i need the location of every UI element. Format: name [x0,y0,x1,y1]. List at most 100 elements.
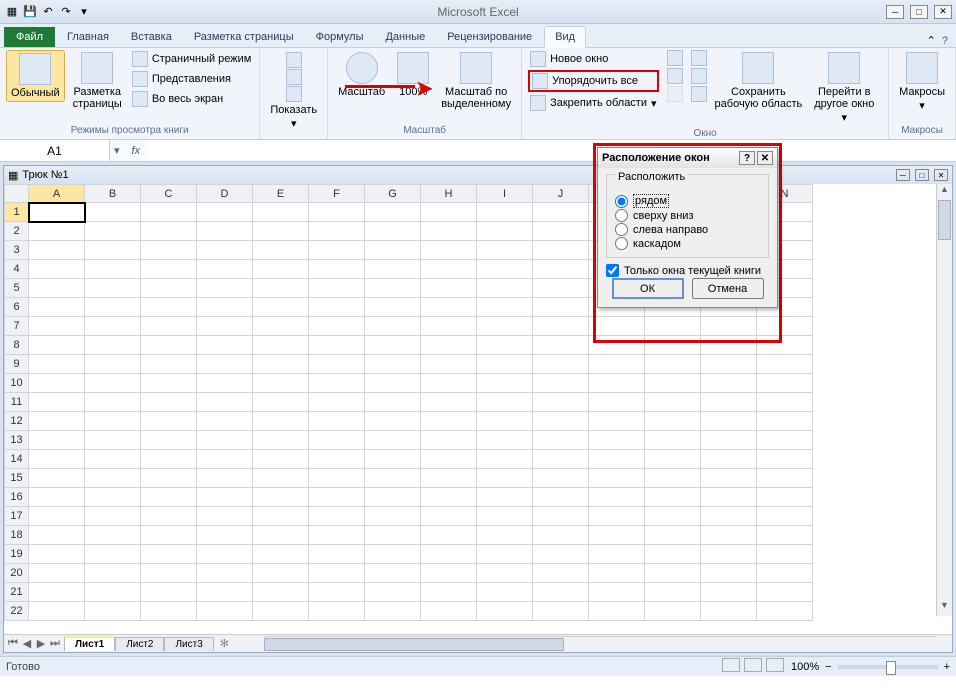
cell-G13[interactable] [365,431,421,450]
cell-H14[interactable] [421,450,477,469]
cell-G4[interactable] [365,260,421,279]
cell-L9[interactable] [645,355,701,374]
cell-D8[interactable] [197,336,253,355]
cell-B10[interactable] [85,374,141,393]
show-button[interactable]: Показать ▾ [266,50,321,132]
col-head-I[interactable]: I [477,185,533,203]
cell-H9[interactable] [421,355,477,374]
custom-views-button[interactable]: Представления [130,70,254,88]
row-head-13[interactable]: 13 [5,431,29,450]
col-head-G[interactable]: G [365,185,421,203]
cell-N10[interactable] [757,374,813,393]
cell-C8[interactable] [141,336,197,355]
cell-E22[interactable] [253,602,309,621]
cell-L11[interactable] [645,393,701,412]
cell-F17[interactable] [309,507,365,526]
cell-E6[interactable] [253,298,309,317]
cell-D17[interactable] [197,507,253,526]
cell-B12[interactable] [85,412,141,431]
cell-J3[interactable] [533,241,589,260]
cell-C7[interactable] [141,317,197,336]
sync-scroll-icon[interactable] [691,68,707,84]
cell-E9[interactable] [253,355,309,374]
cell-C20[interactable] [141,564,197,583]
cell-B1[interactable] [85,203,141,222]
cell-I18[interactable] [477,526,533,545]
cell-L8[interactable] [645,336,701,355]
cell-F1[interactable] [309,203,365,222]
cell-F16[interactable] [309,488,365,507]
row-head-1[interactable]: 1 [5,203,29,222]
cell-G8[interactable] [365,336,421,355]
cell-I16[interactable] [477,488,533,507]
cell-D7[interactable] [197,317,253,336]
cell-L22[interactable] [645,602,701,621]
cell-M8[interactable] [701,336,757,355]
cell-J10[interactable] [533,374,589,393]
cell-L15[interactable] [645,469,701,488]
horizontal-scrollbar[interactable] [264,636,936,652]
cell-L21[interactable] [645,583,701,602]
cell-D14[interactable] [197,450,253,469]
cell-C15[interactable] [141,469,197,488]
cell-J7[interactable] [533,317,589,336]
radio-horizontal-row[interactable]: сверху вниз [615,209,760,222]
zoom-level[interactable]: 100% [791,661,819,673]
scroll-up-icon[interactable]: ▲ [937,184,952,200]
cell-D4[interactable] [197,260,253,279]
cell-E19[interactable] [253,545,309,564]
cell-G5[interactable] [365,279,421,298]
cell-B6[interactable] [85,298,141,317]
row-head-19[interactable]: 19 [5,545,29,564]
cell-C13[interactable] [141,431,197,450]
cell-A14[interactable] [29,450,85,469]
cell-D13[interactable] [197,431,253,450]
cell-E13[interactable] [253,431,309,450]
tab-page-layout[interactable]: Разметка страницы [184,27,304,47]
minimize-button[interactable]: ─ [886,5,904,19]
cell-D10[interactable] [197,374,253,393]
sheet-nav-prev-icon[interactable]: ◀ [20,637,34,650]
page-layout-button[interactable]: Разметка страницы [69,50,126,112]
cell-A10[interactable] [29,374,85,393]
cell-C10[interactable] [141,374,197,393]
row-head-2[interactable]: 2 [5,222,29,241]
cell-K21[interactable] [589,583,645,602]
cell-A6[interactable] [29,298,85,317]
cell-M15[interactable] [701,469,757,488]
cell-B2[interactable] [85,222,141,241]
cell-A9[interactable] [29,355,85,374]
cell-H8[interactable] [421,336,477,355]
cell-G20[interactable] [365,564,421,583]
cell-D18[interactable] [197,526,253,545]
cell-N20[interactable] [757,564,813,583]
cell-I7[interactable] [477,317,533,336]
cell-H13[interactable] [421,431,477,450]
radio-cascade[interactable] [615,237,628,250]
undo-icon[interactable]: ↶ [40,4,56,20]
cell-A19[interactable] [29,545,85,564]
row-head-5[interactable]: 5 [5,279,29,298]
wb-maximize-button[interactable]: □ [915,169,929,181]
cell-K18[interactable] [589,526,645,545]
cell-J8[interactable] [533,336,589,355]
cell-B22[interactable] [85,602,141,621]
cell-N12[interactable] [757,412,813,431]
cell-D20[interactable] [197,564,253,583]
split-icon[interactable] [667,50,683,66]
zoom-out-icon[interactable]: − [825,661,831,673]
formula-input[interactable] [148,140,956,161]
cell-M9[interactable] [701,355,757,374]
cell-K7[interactable] [589,317,645,336]
help-icon[interactable]: ? [942,35,948,47]
cell-L18[interactable] [645,526,701,545]
cell-H6[interactable] [421,298,477,317]
col-head-C[interactable]: C [141,185,197,203]
cell-K17[interactable] [589,507,645,526]
cell-E21[interactable] [253,583,309,602]
cell-B7[interactable] [85,317,141,336]
cell-F8[interactable] [309,336,365,355]
cell-H7[interactable] [421,317,477,336]
cell-I3[interactable] [477,241,533,260]
sheet-nav-first-icon[interactable]: ⏮ [6,637,20,650]
